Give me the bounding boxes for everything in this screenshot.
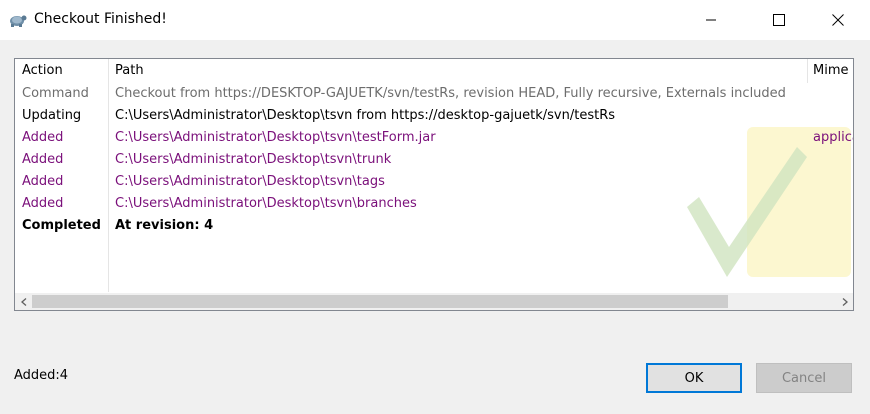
mime-cell: applica [813,130,853,145]
table-row[interactable]: Added C:\Users\Administrator\Desktop\tsv… [15,127,853,149]
scroll-right-button[interactable] [836,293,853,310]
maximize-icon [773,14,785,26]
table-row[interactable]: Added C:\Users\Administrator\Desktop\tsv… [15,171,853,193]
table-row[interactable]: Updating C:\Users\Administrator\Desktop\… [15,105,853,127]
scrollbar-thumb[interactable] [32,295,728,308]
column-divider[interactable] [807,59,808,83]
title-bar[interactable]: Checkout Finished! [0,0,870,40]
minimize-button[interactable] [688,0,734,40]
chevron-left-icon [20,297,26,306]
chevron-right-icon [842,297,848,306]
minimize-icon [706,19,716,21]
scroll-left-button[interactable] [15,293,32,310]
tortoisesvn-icon [10,15,27,27]
path-cell: C:\Users\Administrator\Desktop\tsvn\trun… [115,152,392,167]
table-row[interactable]: Added C:\Users\Administrator\Desktop\tsv… [15,149,853,171]
table-row[interactable]: Added C:\Users\Administrator\Desktop\tsv… [15,193,853,215]
column-header-action[interactable]: Action [22,59,63,83]
window-title: Checkout Finished! [34,11,167,27]
path-cell: C:\Users\Administrator\Desktop\tsvn from… [115,108,616,123]
close-button[interactable] [815,0,861,40]
path-cell: Checkout from https://DESKTOP-GAJUETK/sv… [115,86,786,101]
dialog-body: Action Path Mime Command Checkout from h… [0,40,870,414]
results-list[interactable]: Action Path Mime Command Checkout from h… [14,58,854,311]
action-cell: Added [22,196,64,211]
action-cell: Command [22,86,89,101]
horizontal-scrollbar[interactable] [15,293,853,310]
status-text: Added:4 [14,368,69,383]
path-cell: At revision: 4 [115,218,214,233]
action-cell: Updating [22,108,82,123]
column-header-path[interactable]: Path [115,59,144,83]
path-cell: C:\Users\Administrator\Desktop\tsvn\tags [115,174,385,189]
close-icon [832,14,844,26]
table-row[interactable]: Completed At revision: 4 [15,215,853,237]
column-header-mime[interactable]: Mime [813,59,849,83]
maximize-button[interactable] [756,0,802,40]
action-cell: Completed [22,218,101,233]
table-row[interactable]: Command Checkout from https://DESKTOP-GA… [15,83,853,105]
action-cell: Added [22,152,64,167]
action-cell: Added [22,130,64,145]
ok-button[interactable]: OK [646,363,742,393]
action-cell: Added [22,174,64,189]
path-cell: C:\Users\Administrator\Desktop\tsvn\bran… [115,196,417,211]
cancel-button[interactable]: Cancel [756,363,852,393]
path-cell: C:\Users\Administrator\Desktop\tsvn\test… [115,130,436,145]
